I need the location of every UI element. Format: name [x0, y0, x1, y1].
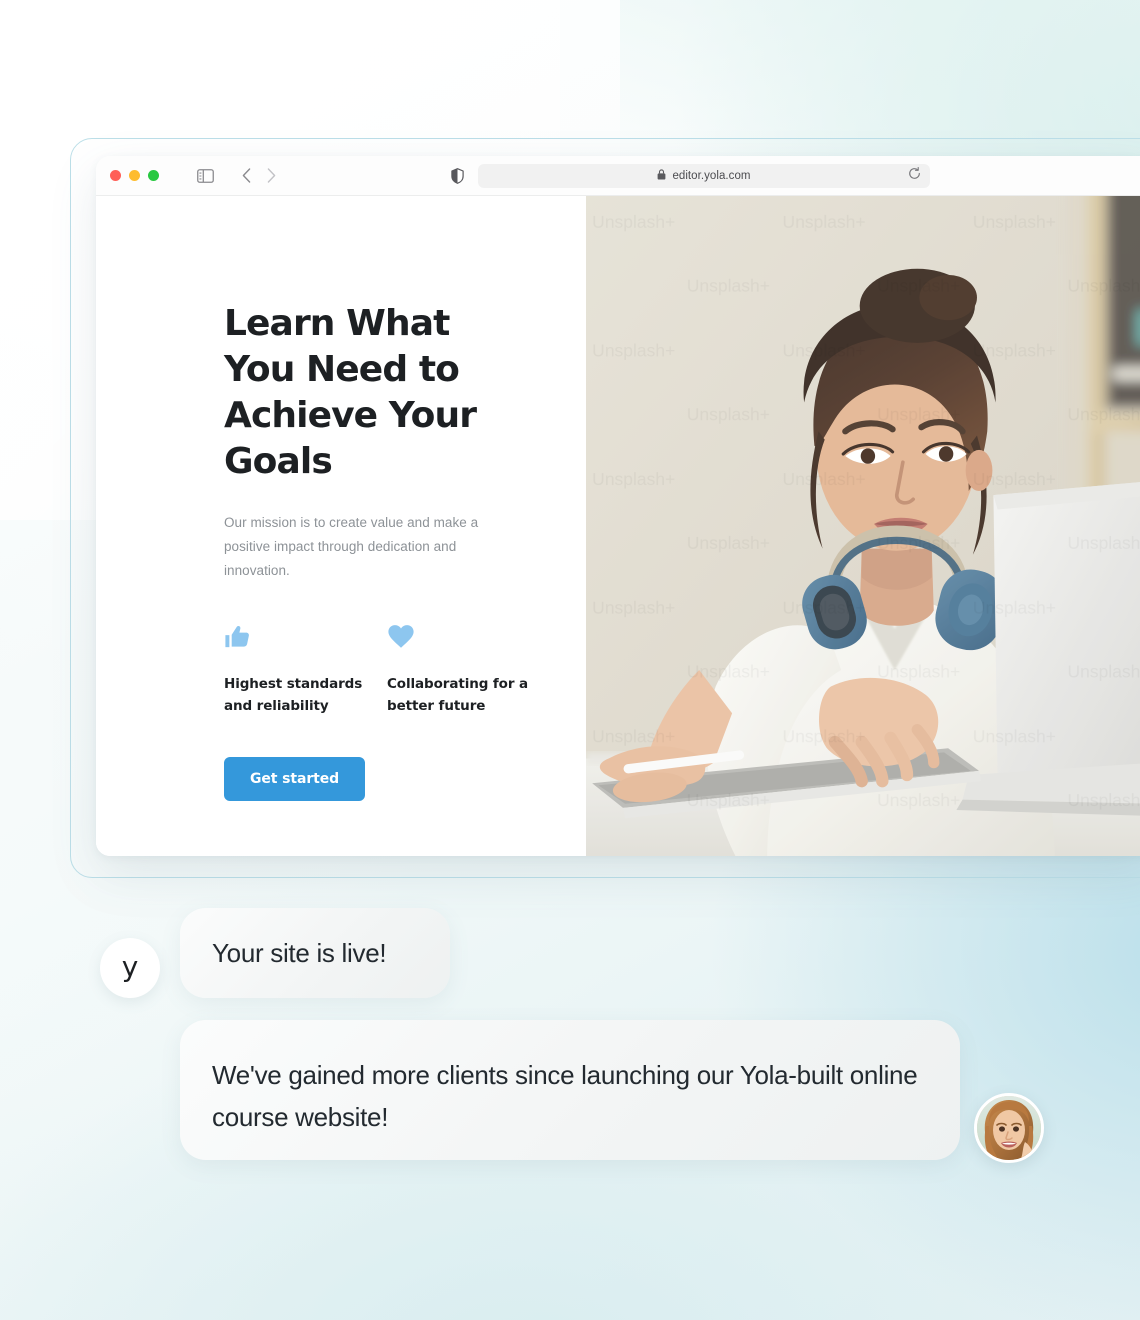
client-avatar [974, 1093, 1044, 1163]
close-window-button[interactable] [110, 170, 121, 181]
browser-toolbar: editor.yola.com [96, 156, 1140, 196]
chat-message-text: Your site is live! [212, 937, 387, 968]
lock-icon [657, 167, 666, 185]
yola-logo-icon: y [121, 950, 139, 983]
sidebar-icon[interactable] [197, 168, 214, 183]
chat-bubble-testimonial: We've gained more clients since launchin… [180, 1020, 960, 1160]
page-title: Learn What You Need to Achieve Your Goal… [224, 303, 477, 482]
chat-message-text: We've gained more clients since launchin… [212, 1060, 918, 1132]
reload-icon[interactable] [908, 166, 921, 185]
thumbs-up-icon [224, 623, 387, 653]
browser-window: editor.yola.com Learn What You Need to A… [96, 156, 1140, 856]
client-photo-illustration [977, 1096, 1041, 1160]
hero-photo-illustration: Unsplash+ Unsplash+ [586, 196, 1140, 856]
get-started-button[interactable]: Get started [224, 757, 366, 801]
url-text: editor.yola.com [672, 169, 751, 182]
heart-icon [387, 623, 550, 653]
url-bar[interactable]: editor.yola.com [478, 163, 930, 188]
url-display: editor.yola.com [478, 167, 930, 185]
shield-icon[interactable] [451, 167, 464, 184]
website-preview: Learn What You Need to Achieve Your Goal… [96, 196, 1140, 856]
hero-feature-list: Highest standards and reliability Collab… [224, 623, 586, 717]
maximize-window-button[interactable] [148, 170, 159, 181]
feature-item-standards: Highest standards and reliability [224, 623, 387, 717]
chat-bubble-status: Your site is live! [180, 908, 450, 998]
hero-image: Unsplash+ Unsplash+ [586, 196, 1140, 856]
avatar: y [100, 938, 160, 998]
chevron-right-icon[interactable] [267, 168, 276, 183]
hero-paragraph: Our mission is to create value and make … [224, 515, 479, 578]
traffic-lights [110, 170, 159, 181]
feature-label: Collaborating for a better future [387, 676, 529, 714]
feature-label: Highest standards and reliability [224, 676, 363, 714]
chevron-left-icon[interactable] [242, 168, 251, 183]
feature-item-collaboration: Collaborating for a better future [387, 623, 550, 717]
minimize-window-button[interactable] [129, 170, 140, 181]
hero-text-column: Learn What You Need to Achieve Your Goal… [96, 196, 586, 856]
